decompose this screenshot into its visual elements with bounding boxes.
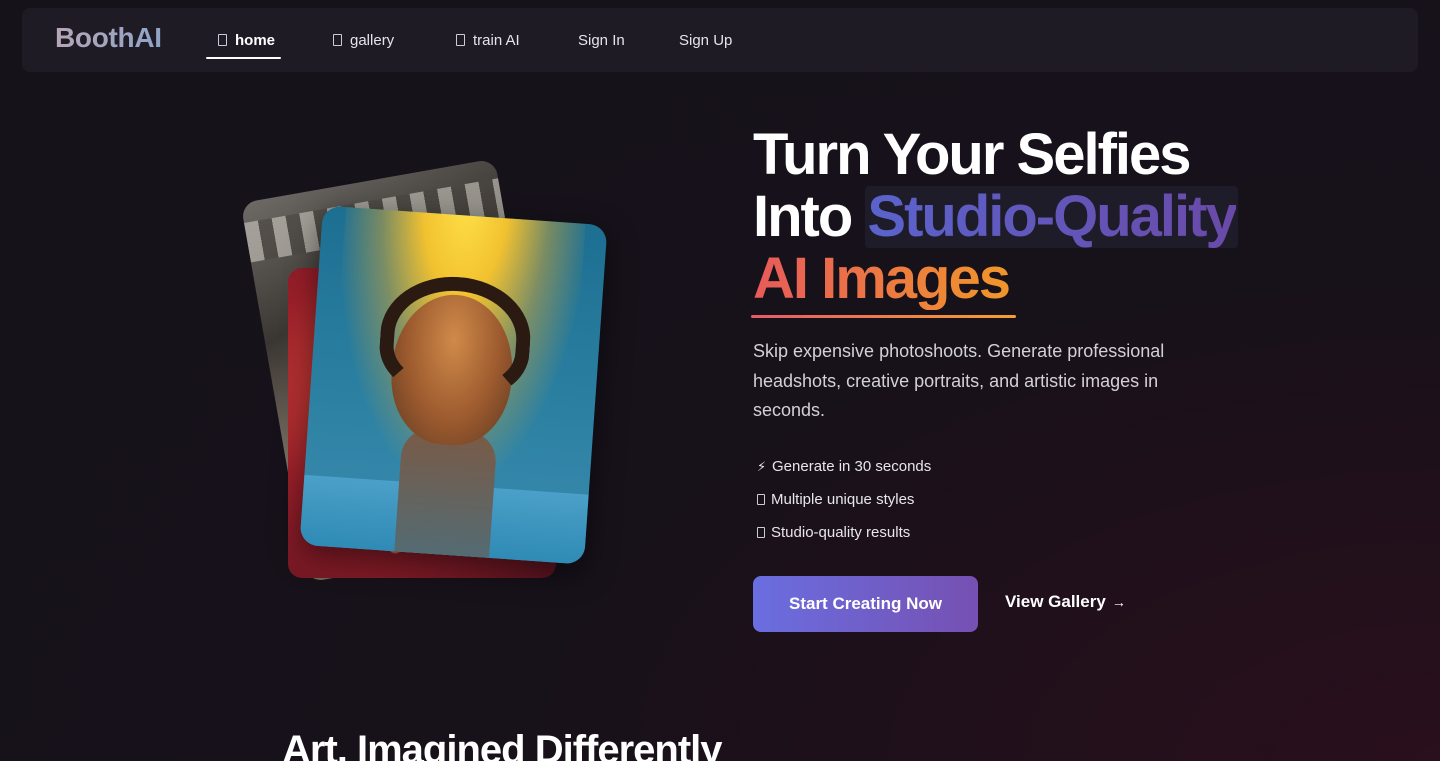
section-title: Art, Imagined Differently — [282, 728, 723, 761]
nav-item-label: train AI — [473, 31, 520, 49]
feature-item: Multiple unique styles — [757, 483, 931, 516]
hero-description: Skip expensive photoshoots. Generate pro… — [753, 341, 1165, 420]
nav-item-label: Sign Up — [679, 31, 733, 49]
lightning-icon: ⚡ — [757, 458, 767, 474]
hero-title-highlight-box: Studio-Quality — [865, 184, 1238, 249]
logo[interactable]: BoothAI — [55, 22, 162, 54]
view-gallery-link[interactable]: View Gallery → — [1005, 592, 1126, 612]
top-navbar: BoothAI home gallery train AI Sign In Si… — [22, 8, 1418, 72]
page-icon — [218, 34, 227, 46]
view-gallery-label: View Gallery — [1005, 592, 1106, 611]
page-icon — [456, 34, 465, 46]
feature-text: Studio-quality results — [771, 524, 911, 541]
page-icon — [333, 34, 342, 46]
nav-item-label: Sign In — [578, 31, 625, 49]
nav-item-gallery[interactable]: gallery — [333, 8, 394, 72]
camera-icon — [757, 527, 765, 538]
hero-title-line-3: AI Images — [753, 248, 1273, 310]
nav-item-label: home — [235, 31, 276, 49]
nav-item-sign-up[interactable]: Sign Up — [679, 8, 732, 72]
feature-text: Multiple unique styles — [771, 491, 915, 508]
sample-photo-front — [299, 205, 608, 565]
hero-title-line-2: Into Studio-Quality — [753, 186, 1273, 248]
start-creating-button[interactable]: Start Creating Now — [753, 576, 978, 632]
feature-list: ⚡ Generate in 30 seconds Multiple unique… — [757, 450, 931, 549]
nav-item-sign-in[interactable]: Sign In — [578, 8, 625, 72]
feature-text: Generate in 30 seconds — [772, 458, 932, 475]
active-indicator — [206, 57, 282, 59]
feature-item: Studio-quality results — [757, 516, 931, 549]
hero-title-gradient: AI Images — [753, 246, 1011, 311]
hero-title-highlight: Studio-Quality — [867, 184, 1237, 249]
nav-item-label: gallery — [350, 31, 395, 49]
hero-title-line-1: Turn Your Selfies — [753, 122, 1192, 187]
hero-title-prefix: Into — [753, 184, 866, 249]
feature-item: ⚡ Generate in 30 seconds — [757, 450, 931, 483]
palette-icon — [757, 494, 765, 505]
portrait-neck — [393, 426, 498, 565]
hero-heading: Turn Your Selfies Into Studio-Quality AI… — [753, 124, 1273, 310]
nav-item-home[interactable]: home — [206, 8, 282, 72]
hero-title-underline — [751, 315, 1016, 318]
nav-item-train-ai[interactable]: train AI — [456, 8, 520, 72]
arrow-right-icon: → — [1111, 594, 1126, 610]
